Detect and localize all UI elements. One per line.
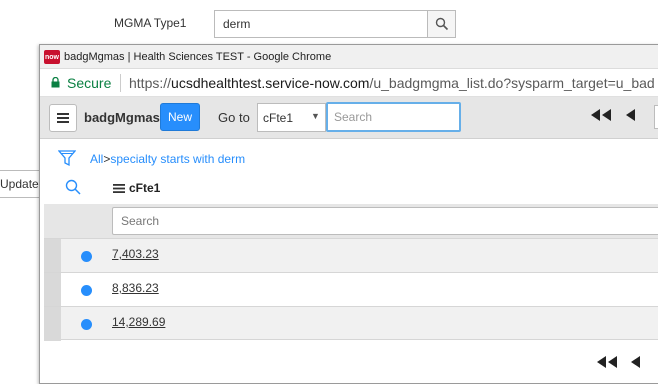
update-button[interactable]: Update [0, 170, 42, 198]
list-header: badgMgmas New Go to cFte1 ▼ Search [40, 97, 658, 139]
mgma-type-input[interactable]: derm [214, 10, 428, 38]
servicenow-logo-icon: now [44, 50, 60, 64]
search-icon[interactable] [65, 179, 81, 195]
secure-label: Secure [67, 75, 112, 91]
first-page-icon[interactable] [596, 356, 618, 368]
record-dot-icon[interactable] [81, 251, 92, 262]
column-menu-icon[interactable] [113, 184, 125, 193]
lock-icon [51, 77, 60, 88]
cfte1-value-link[interactable]: 7,403.23 [112, 247, 159, 261]
hamburger-icon [57, 113, 69, 123]
list-menu-button[interactable] [49, 104, 77, 132]
window-title: badgMgmas | Health Sciences TEST - Googl… [64, 51, 332, 63]
page-number-input[interactable] [654, 105, 658, 129]
table-row[interactable]: 8,836.23 [44, 272, 658, 307]
address-bar[interactable]: Secure https://ucsdhealthtest.service-no… [40, 69, 658, 97]
lookup-search-button[interactable] [427, 10, 456, 38]
previous-page-icon[interactable] [625, 109, 636, 121]
list-search-input[interactable]: Search [326, 102, 461, 132]
row-gutter [44, 307, 61, 341]
dropdown-arrow-icon: ▼ [311, 111, 320, 121]
mgma-type-label: MGMA Type1 [114, 16, 187, 30]
row-gutter [44, 239, 61, 273]
cfte1-value-link[interactable]: 14,289.69 [112, 315, 165, 329]
search-icon [435, 17, 448, 31]
breadcrumb: All>specialty starts with derm [90, 152, 245, 166]
window-titlebar: now badgMgmas | Health Sciences TEST - G… [40, 45, 658, 69]
cfte1-value-link[interactable]: 8,836.23 [112, 281, 159, 295]
goto-label: Go to [218, 110, 250, 125]
url-scheme: https:// [129, 75, 172, 91]
address-divider [120, 74, 121, 92]
list-title: badgMgmas [84, 110, 160, 125]
new-button[interactable]: New [160, 103, 200, 131]
table-row[interactable]: 14,289.69 [44, 306, 658, 341]
url-host: ucsdhealthtest.service-now.com [171, 75, 370, 91]
column-search-input[interactable]: Search [112, 207, 658, 235]
column-header-cfte1[interactable]: cFte1 [129, 181, 160, 195]
table-row[interactable]: 7,403.23 [44, 238, 658, 273]
breadcrumb-condition-link[interactable]: specialty starts with derm [110, 152, 245, 166]
breadcrumb-all-link[interactable]: All [90, 152, 103, 166]
previous-page-icon[interactable] [630, 356, 641, 368]
url-path: /u_badgmgma_list.do?sysparm_target=u_bad [369, 75, 655, 91]
record-dot-icon[interactable] [81, 285, 92, 296]
first-page-icon[interactable] [590, 109, 612, 121]
url-text[interactable]: https://ucsdhealthtest.service-now.com/u… [129, 75, 655, 91]
row-gutter [44, 273, 61, 307]
record-dot-icon[interactable] [81, 319, 92, 330]
popup-window: now badgMgmas | Health Sciences TEST - G… [39, 44, 658, 384]
filter-icon[interactable] [58, 149, 76, 167]
